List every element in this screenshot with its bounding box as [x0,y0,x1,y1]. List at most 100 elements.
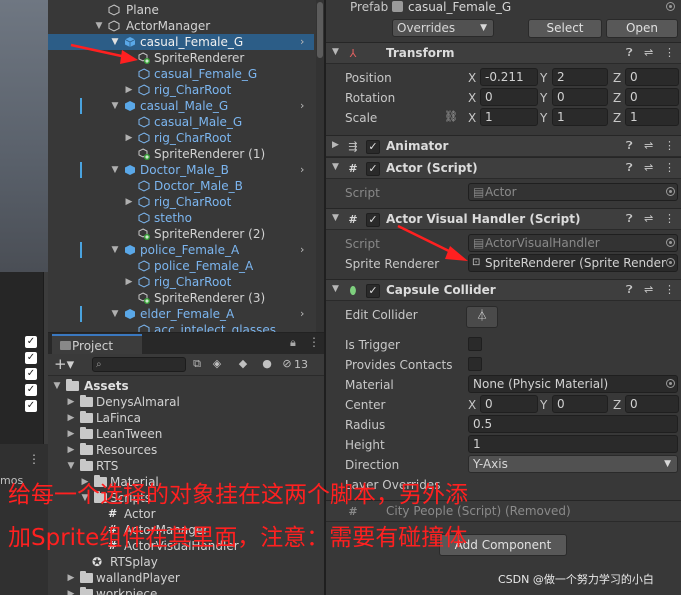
rotation-y-field[interactable]: 0 [552,88,608,106]
visual-handler-enabled-checkbox[interactable]: ✓ [366,213,380,227]
hierarchy-scrollbar[interactable] [316,0,324,332]
scale-z-field[interactable]: 1 [625,108,679,126]
preset-icon[interactable]: ⇌ [644,283,653,296]
hierarchy-item[interactable]: casual_Female_G [48,66,314,82]
hierarchy-item[interactable]: ▼ casual_Male_G › [48,98,314,114]
preset-icon[interactable]: ⇌ [644,212,653,225]
preset-icon[interactable]: ⇌ [644,139,653,152]
direction-dropdown[interactable]: Y-Axis ▼ [468,455,678,473]
hierarchy-item[interactable]: ▶ rig_CharRoot [48,82,314,98]
actor-enabled-checkbox[interactable]: ✓ [366,162,380,176]
scene-viewport[interactable] [0,0,48,272]
expand-arrow-icon[interactable]: ▼ [110,162,120,178]
hierarchy-item[interactable]: ▼ police_Female_A › [48,242,314,258]
expand-arrow-icon[interactable]: ▼ [332,284,339,294]
hierarchy-item[interactable]: Plane [48,2,314,18]
scrollbar-thumb[interactable] [317,2,323,58]
hierarchy-item[interactable]: police_Female_A [48,258,314,274]
physic-material-field[interactable]: None (Physic Material) [468,375,678,393]
search-by-type-icon[interactable]: ⧉ [190,357,204,371]
collider-enabled-checkbox[interactable]: ✓ [366,284,380,298]
project-item[interactable]: ✪ RTSplay [48,554,324,570]
tag-icon[interactable]: ◆ [236,357,250,371]
chevron-right-icon[interactable]: › [300,34,304,50]
hierarchy-item[interactable]: stetho [48,210,314,226]
hierarchy-item[interactable]: ▼ Doctor_Male_B › [48,162,314,178]
chevron-right-icon[interactable]: › [300,98,304,114]
center-z-field[interactable]: 0 [625,395,679,413]
help-icon[interactable]: ❓︎ [626,46,633,60]
position-z-field[interactable]: 0 [625,68,679,86]
collapsed-arrow-icon[interactable]: ▶ [66,586,76,595]
object-picker-icon[interactable] [666,2,675,11]
hierarchy-item[interactable]: ▼ ActorManager [48,18,314,34]
scale-y-field[interactable]: 1 [552,108,608,126]
overlay-toggle-3[interactable]: ✓ [25,368,37,380]
scale-x-field[interactable]: 1 [480,108,538,126]
help-icon[interactable]: ❓︎ [626,212,633,226]
collapsed-arrow-icon[interactable]: ▶ [66,426,76,442]
hierarchy-item[interactable]: SpriteRenderer (1) [48,146,314,162]
rotation-x-field[interactable]: 0 [480,88,538,106]
center-y-field[interactable]: 0 [552,395,608,413]
capsule-collider-header[interactable]: ▼ ⬮ ✓ Capsule Collider ❓︎ ⇌ ⋮ [326,279,681,301]
project-item[interactable]: ▶ workpiece [48,586,324,595]
hidden-eye-icon[interactable]: ⊘ [280,357,294,371]
project-item[interactable]: ▶ Resources [48,442,324,458]
kebab-icon[interactable]: ⋮ [664,46,675,59]
rotation-z-field[interactable]: 0 [625,88,679,106]
expand-arrow-icon[interactable]: ▼ [110,306,120,322]
project-item[interactable]: ▼ RTS [48,458,324,474]
edit-collider-button[interactable]: ⏃ [466,306,498,328]
height-field[interactable]: 1 [468,435,678,453]
expand-arrow-icon[interactable]: ▼ [332,47,339,57]
hierarchy-item[interactable]: casual_Male_G [48,114,314,130]
overlay-toggle-5[interactable]: ✓ [25,400,37,412]
object-picker-icon[interactable] [666,258,675,267]
warning-icon[interactable]: ● [260,357,274,371]
kebab-icon[interactable]: ⋮ [664,212,675,225]
create-button[interactable]: +▾ [54,355,74,373]
expand-arrow-icon[interactable]: ▼ [110,242,120,258]
collapsed-arrow-icon[interactable]: ▶ [124,194,134,210]
expand-arrow-icon[interactable]: ▼ [66,458,76,474]
hierarchy-item[interactable]: ▶ rig_CharRoot [48,130,314,146]
transform-header[interactable]: ▼ ⅄ Transform ❓︎ ⇌ ⋮ [326,42,681,64]
collapsed-arrow-icon[interactable]: ▶ [66,570,76,586]
collapsed-arrow-icon[interactable]: ▶ [66,442,76,458]
expand-arrow-icon[interactable]: ▼ [110,34,120,50]
select-button[interactable]: Select [528,19,602,38]
lock-icon[interactable]: 🔒︎ [290,336,296,350]
collapsed-arrow-icon[interactable]: ▶ [124,82,134,98]
preset-icon[interactable]: ⇌ [644,161,653,174]
hierarchy-item[interactable]: acc_intelect_glasses [48,322,314,332]
project-item[interactable]: ▶ LeanTween [48,426,324,442]
expand-arrow-icon[interactable]: ▼ [94,18,104,34]
search-by-label-icon[interactable]: ◈ [210,357,224,371]
collapsed-arrow-icon[interactable]: ▶ [332,140,339,150]
collapsed-arrow-icon[interactable]: ▶ [124,274,134,290]
kebab-icon[interactable]: ⋮ [308,335,320,349]
actor-script-header[interactable]: ▼ # ✓ Actor (Script) ❓︎ ⇌ ⋮ [326,157,681,179]
hierarchy-item[interactable]: SpriteRenderer (2) [48,226,314,242]
hierarchy-item[interactable]: ▶ rig_CharRoot [48,194,314,210]
search-input[interactable]: ⌕ [92,357,186,372]
hierarchy-item[interactable]: Doctor_Male_B [48,178,314,194]
expand-arrow-icon[interactable]: ▼ [332,213,339,223]
sprite-renderer-field[interactable]: ⊡ SpriteRenderer (Sprite Render [468,254,678,272]
collapsed-arrow-icon[interactable]: ▶ [124,130,134,146]
collapsed-arrow-icon[interactable]: ▶ [66,410,76,426]
expand-arrow-icon[interactable]: ▼ [52,378,62,394]
hierarchy-item-selected[interactable]: ▼ casual_Female_G › [48,34,314,50]
position-x-field[interactable]: -0.211 [480,68,538,86]
overrides-dropdown[interactable]: Overrides ▼ [392,19,494,37]
project-item[interactable]: ▶ LaFinca [48,410,324,426]
help-icon[interactable]: ❓︎ [626,139,633,153]
constrain-proportions-icon[interactable]: ⛓︎ [444,110,458,123]
expand-arrow-icon[interactable]: ▼ [110,98,120,114]
position-y-field[interactable]: 2 [552,68,608,86]
overlay-toggle-2[interactable]: ✓ [25,352,37,364]
chevron-right-icon[interactable]: › [300,162,304,178]
help-icon[interactable]: ❓︎ [626,161,633,175]
help-icon[interactable]: ❓︎ [626,283,633,297]
